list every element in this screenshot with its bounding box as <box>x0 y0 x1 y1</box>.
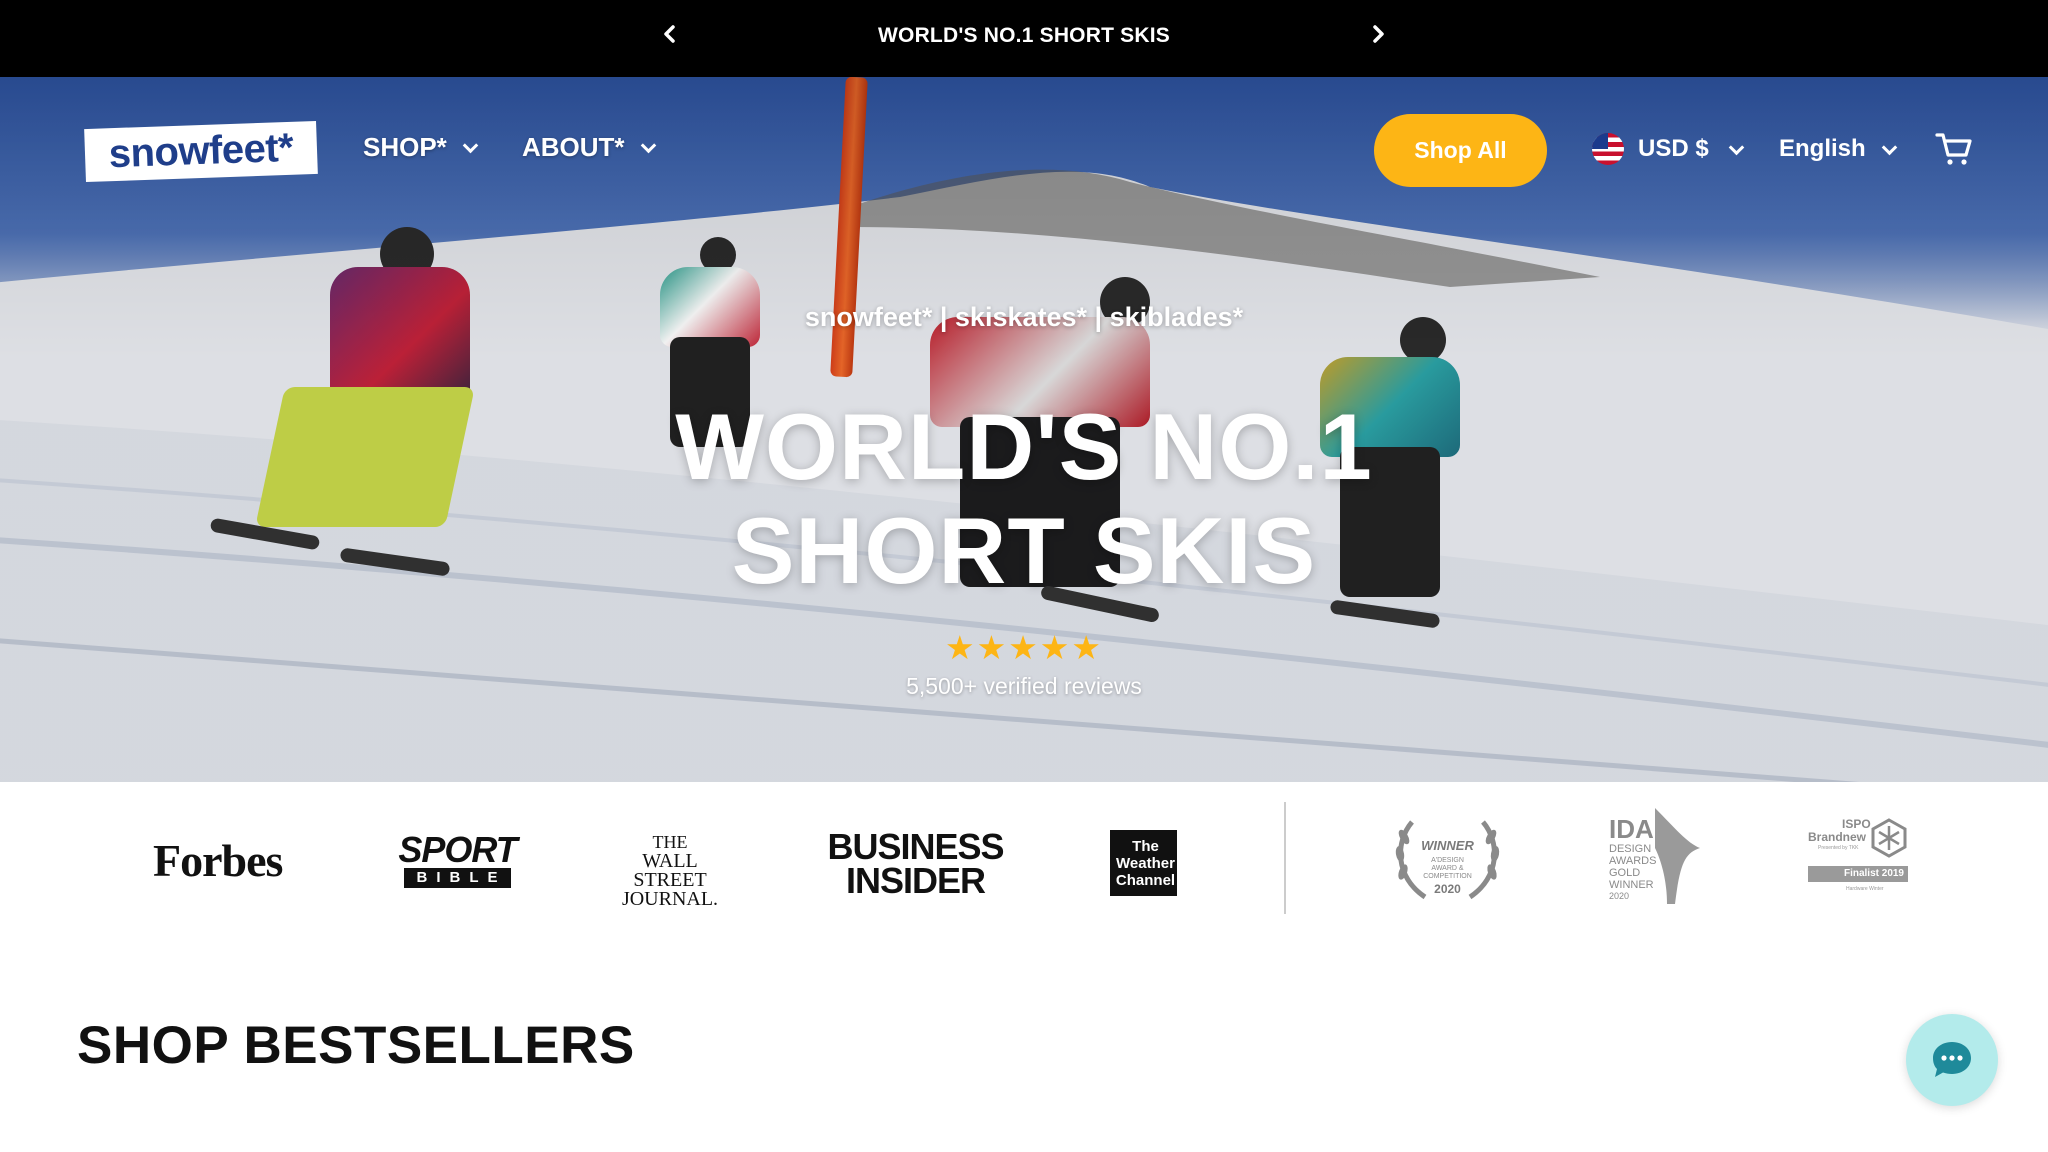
weather-channel-logo: The Weather Channel <box>1110 830 1177 896</box>
adesign-award-badge: WINNER A'DESIGN AWARD & COMPETITION 2020 <box>1390 812 1505 907</box>
currency-selector[interactable]: USD $ <box>1592 133 1744 165</box>
brand-logo[interactable]: snowfeet* <box>84 120 318 183</box>
bi-line: BUSINESS <box>827 826 1004 867</box>
chevron-down-icon <box>462 137 479 154</box>
announcement-text: WORLD'S NO.1 SHORT SKIS <box>878 24 1170 47</box>
award2-line: 2020 <box>1609 891 1630 901</box>
wsj-logo: THE WALL STREET JOURNAL. <box>617 833 723 910</box>
wsj-line: JOURNAL. <box>621 888 719 910</box>
award3-line: ISPO <box>1842 817 1871 831</box>
forbes-logo: Forbes <box>153 835 283 886</box>
cart-icon[interactable] <box>1935 131 1973 167</box>
section-title: SHOP BESTSELLERS <box>77 1016 635 1075</box>
twc-line: Channel <box>1115 871 1176 889</box>
wsj-line: WALL STREET <box>633 850 707 891</box>
chat-bubble-icon <box>1933 1042 1971 1077</box>
award3-foot: Hardware Winter <box>1846 886 1884 892</box>
bi-line: INSIDER <box>845 860 986 901</box>
hero-headline-line1: WORLD'S NO.1 <box>675 394 1373 499</box>
twc-line: Weather <box>1116 854 1175 872</box>
rating-stars-icon: ★★★★★ <box>945 629 1103 666</box>
award2-line: AWARDS <box>1609 855 1657 867</box>
sportbible-bottom: BIBLE <box>404 868 511 888</box>
sportbible-top: SPORT <box>398 829 517 870</box>
hero-headline-line2: SHORT SKIS <box>731 498 1317 603</box>
press-divider <box>1284 802 1286 914</box>
nav-shop[interactable]: SHOP* <box>363 132 479 163</box>
award2-line: IDA <box>1609 814 1654 844</box>
nav-about[interactable]: ABOUT* <box>522 132 656 163</box>
award3-badge: Finalist 2019 <box>1808 866 1908 882</box>
ispo-hex-icon <box>1871 818 1907 858</box>
award1-sub: A'DESIGN AWARD & COMPETITION <box>1423 857 1472 880</box>
chevron-down-icon <box>640 137 656 154</box>
shop-all-button[interactable]: Shop All <box>1374 114 1547 187</box>
nav-about-label: ABOUT* <box>522 132 625 162</box>
currency-label: USD $ <box>1638 135 1709 162</box>
us-flag-icon <box>1592 133 1624 165</box>
hero-tagline: snowfeet* | skiskates* | skiblades* <box>804 302 1244 332</box>
chevron-right-icon[interactable] <box>1364 22 1392 52</box>
business-insider-logo: BUSINESS INSIDER <box>827 826 1004 901</box>
chevron-down-icon <box>1881 139 1897 155</box>
award1-year: 2020 <box>1434 882 1461 896</box>
press-logos-bar: Forbes SPORT BIBLE THE WALL STREET JOURN… <box>0 782 2048 932</box>
award3-line: Brandnew <box>1808 830 1867 844</box>
language-label: English <box>1779 135 1866 162</box>
chevron-down-icon <box>1728 139 1744 155</box>
hero-headline: WORLD'S NO.1 SHORT SKIS <box>0 395 2048 603</box>
reviews-count[interactable]: 5,500+ verified reviews <box>0 673 2048 700</box>
announcement-bar: WORLD'S NO.1 SHORT SKIS <box>0 0 2048 77</box>
twc-line: The <box>1132 837 1159 855</box>
chat-button[interactable] <box>1906 1014 1998 1106</box>
award2-line: WINNER <box>1609 879 1654 891</box>
ispo-award-badge: ISPO Brandnew Presented by TKK Finalist … <box>1806 818 1910 898</box>
sportbible-logo: SPORT BIBLE <box>398 832 518 888</box>
award2-line: GOLD <box>1609 867 1641 879</box>
logo-text: snowfeet* <box>108 125 294 177</box>
award1-title: WINNER <box>1421 838 1474 853</box>
nav-shop-label: SHOP* <box>363 132 447 162</box>
ida-award-badge: IDA DESIGN AWARDS GOLD WINNER 2020 <box>1605 808 1700 904</box>
language-selector[interactable]: English <box>1779 135 1897 163</box>
award3-sub: Presented by TKK <box>1818 845 1859 851</box>
award2-line: DESIGN <box>1609 843 1652 855</box>
